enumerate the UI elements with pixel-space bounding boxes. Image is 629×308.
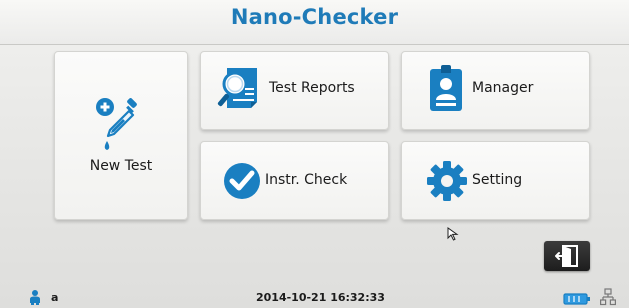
instr-check-button[interactable]: Instr. Check <box>200 141 389 220</box>
instr-check-label: Instr. Check <box>265 172 348 188</box>
battery-icon <box>563 293 590 305</box>
exit-door-icon <box>555 245 578 267</box>
datetime-display: 2014-10-21 16:32:33 <box>256 291 385 304</box>
setting-label: Setting <box>472 172 523 188</box>
title-bar: Nano-Checker <box>0 0 629 45</box>
manager-label: Manager <box>472 80 534 96</box>
mouse-cursor-icon <box>447 227 459 241</box>
magnifier-report-icon <box>217 68 257 108</box>
new-test-label: New Test <box>89 158 153 174</box>
new-test-button[interactable]: New Test <box>54 51 188 220</box>
status-bar: a 2014-10-21 16:32:33 <box>0 286 629 308</box>
dropper-plus-icon <box>96 98 137 150</box>
test-reports-button[interactable]: Test Reports <box>200 51 389 130</box>
setting-button[interactable]: Setting <box>401 141 590 220</box>
main-screen: Nano-Checker New Test Test Reports Manag… <box>0 0 629 308</box>
test-reports-label: Test Reports <box>269 80 355 96</box>
network-icon <box>600 288 616 306</box>
manager-button[interactable]: Manager <box>401 51 590 130</box>
user-icon <box>30 290 40 305</box>
exit-button[interactable] <box>544 241 590 271</box>
current-user: a <box>51 291 59 304</box>
checkmark-circle-icon <box>224 163 260 199</box>
id-badge-icon <box>430 65 462 111</box>
app-title: Nano-Checker <box>230 5 399 29</box>
gear-icon <box>427 161 467 201</box>
